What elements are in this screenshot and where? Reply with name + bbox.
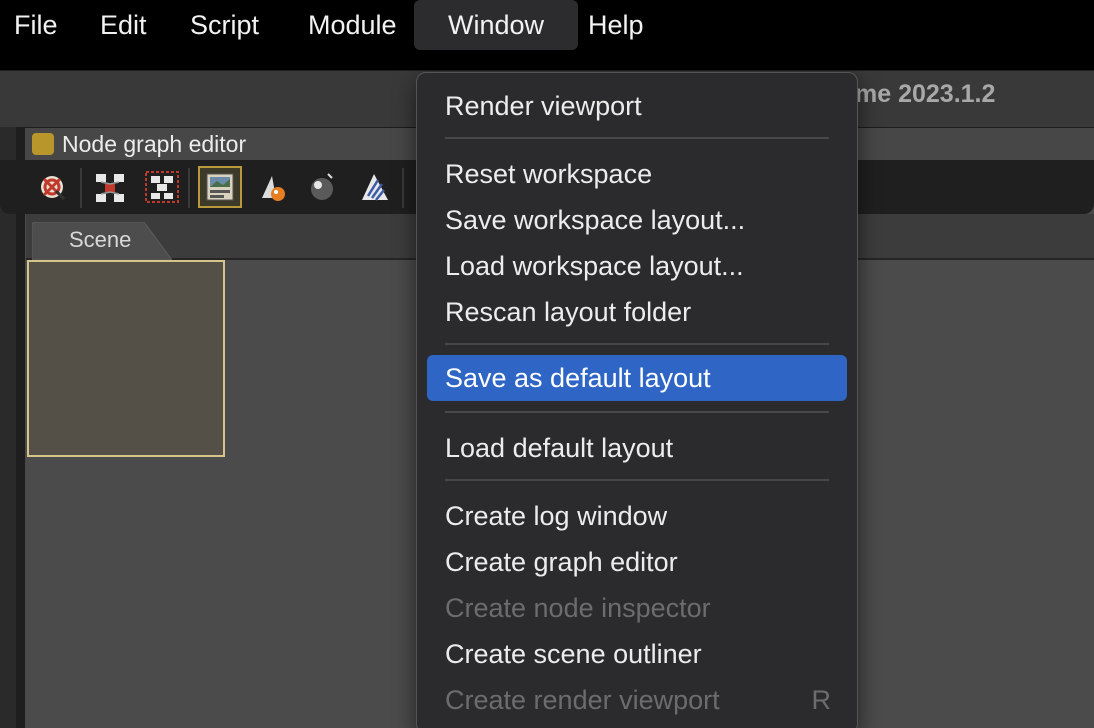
menu-module[interactable]: Module (308, 0, 397, 50)
scene-view-icon[interactable] (198, 166, 242, 208)
menu-item-create-render-viewport: Create render viewport R (427, 679, 847, 721)
panel-color-swatch (32, 133, 54, 155)
menu-item-create-node-inspector: Create node inspector (445, 593, 711, 623)
panel-title: Node graph editor (62, 131, 247, 157)
app-title: me 2023.1.2 (855, 80, 996, 108)
menu-item-create-scene-outliner[interactable]: Create scene outliner (427, 633, 847, 675)
tab-scene-label: Scene (69, 227, 132, 252)
menu-item-render-viewport[interactable]: Render viewport (427, 85, 847, 127)
menu-help[interactable]: Help (588, 0, 644, 50)
menu-item-save-as-default-layout[interactable]: Save as default layout (427, 355, 847, 401)
menu-item-save-workspace-layout[interactable]: Save workspace layout... (427, 199, 847, 241)
menu-item-reset-workspace[interactable]: Reset workspace (427, 153, 847, 195)
menu-separator (445, 411, 829, 413)
menu-script[interactable]: Script (190, 0, 259, 50)
menu-separator (445, 479, 829, 481)
menu-item-create-log-window[interactable]: Create log window (427, 495, 847, 537)
select-nodes-icon[interactable] (144, 168, 180, 206)
menu-item-create-graph-editor[interactable]: Create graph editor (427, 541, 847, 583)
scene-node-thumbnail[interactable] (27, 260, 225, 457)
arrange-nodes-icon[interactable] (92, 168, 128, 206)
material-icon[interactable] (254, 168, 290, 206)
left-dock-divider[interactable] (16, 127, 25, 728)
menu-item-label: Create render viewport (445, 685, 720, 715)
sphere-icon[interactable] (304, 168, 340, 206)
tab-scene[interactable]: Scene (32, 222, 172, 260)
menu-item-load-workspace-layout[interactable]: Load workspace layout... (427, 245, 847, 287)
layout-nodes-icon[interactable] (34, 168, 70, 206)
menu-separator (445, 137, 829, 139)
menu-window[interactable]: Window (414, 0, 578, 50)
menu-item-load-default-layout[interactable]: Load default layout (427, 427, 847, 469)
toolbar-separator (80, 168, 82, 208)
window-menu-dropdown: Render viewport Reset workspace Save wor… (416, 72, 858, 728)
menu-item-rescan-layout-folder[interactable]: Rescan layout folder (427, 291, 847, 333)
menu-file[interactable]: File (14, 0, 58, 50)
app-window: { "menubar": { "items": [ {"label": "Fil… (0, 0, 1094, 728)
toolbar-separator (402, 168, 404, 208)
menu-edit[interactable]: Edit (100, 0, 147, 50)
toolbar-separator (188, 168, 190, 208)
pattern-icon[interactable] (356, 168, 392, 206)
menu-item-shortcut: R (811, 685, 832, 715)
menu-separator (445, 343, 829, 345)
